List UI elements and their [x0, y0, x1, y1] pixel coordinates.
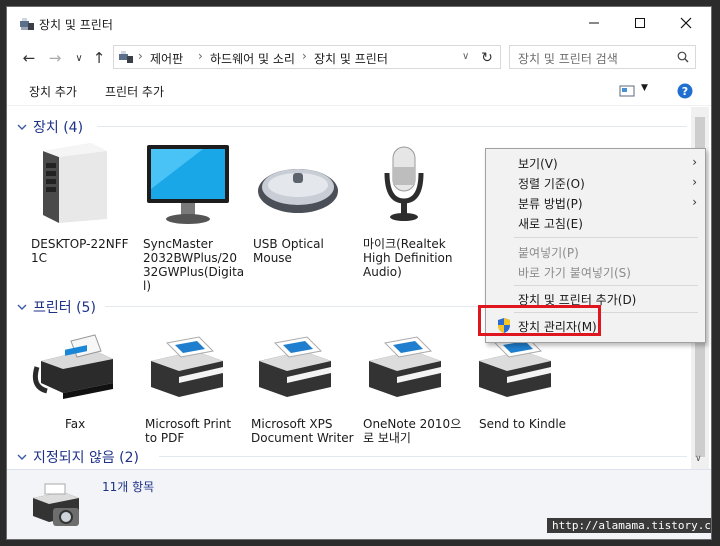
group-header-printers[interactable]: 프린터 (5) [17, 297, 96, 317]
minimize-icon [589, 22, 599, 24]
scroll-down-icon[interactable]: ∨ [695, 454, 702, 464]
printer-item-print-to-pdf[interactable]: Microsoft Print to PDF [143, 327, 239, 445]
chevron-right-icon: › [692, 155, 697, 169]
menu-item-paste-shortcut[interactable]: 바로 가기 붙여넣기(S) [486, 261, 705, 281]
breadcrumb-control-panel[interactable]: 제어판 [150, 50, 183, 67]
printer-label: Send to Kindle [479, 417, 567, 431]
desktop-pc-icon [43, 143, 107, 223]
printer-icon [369, 336, 441, 397]
arrow-left-icon: ← [22, 49, 36, 67]
menu-separator [514, 285, 698, 286]
devices-printers-app-icon [20, 18, 34, 30]
search-placeholder: 장치 및 프린터 검색 [518, 52, 618, 66]
menu-item-label: 바로 가기 붙여넣기(S) [518, 266, 631, 280]
chevron-down-icon [17, 124, 27, 130]
view-options-icon[interactable] [619, 85, 635, 97]
menu-item-label: 새로 고침(E) [518, 217, 583, 231]
group-divider [105, 306, 479, 307]
menu-item-refresh[interactable]: 새로 고침(E) [486, 212, 705, 232]
group-header-unspecified[interactable]: 지정되지 않음 (2) [17, 447, 139, 467]
chevron-down-icon [17, 454, 27, 460]
control-panel-icon [119, 51, 133, 63]
add-printer-button[interactable]: 프린터 추가 [105, 83, 164, 100]
refresh-icon: ↻ [481, 50, 493, 66]
printer-icon [151, 336, 223, 397]
arrow-up-icon: ↑ [92, 49, 106, 67]
devices-printers-folder-icon [33, 483, 79, 526]
menu-item-paste[interactable]: 붙여넣기(P) [486, 241, 705, 261]
printer-icon [259, 336, 331, 397]
breadcrumb-separator-icon: › [302, 49, 307, 63]
printer-label: Microsoft Print to PDF [145, 417, 232, 445]
chevron-down-icon: ∨ [75, 52, 83, 64]
devices-and-printers-window: 장치 및 프린터 ← → ∨ ↑ › 제어판 › 하드웨어 및 소리 › 장치 … [6, 6, 712, 540]
menu-item-label: 분류 방법(P) [518, 197, 583, 211]
refresh-button[interactable]: ↻ [477, 48, 497, 68]
menu-item-sort-by[interactable]: 정렬 기준(O) › [486, 172, 705, 192]
up-button[interactable]: ↑ [89, 48, 109, 68]
menu-item-label: 보기(V) [518, 157, 558, 171]
window-title: 장치 및 프린터 [39, 18, 113, 32]
address-dropdown-icon[interactable]: ∨ [462, 51, 469, 62]
close-button[interactable] [663, 7, 709, 39]
printer-item-xps-writer[interactable]: Microsoft XPS Document Writer [251, 327, 354, 445]
device-item-monitor[interactable]: SyncMaster 2032BWPlus/20 32GWPlus(Digita… [143, 139, 244, 293]
item-count: 11개 항목 [102, 480, 155, 494]
search-box[interactable]: 장치 및 프린터 검색 [509, 45, 696, 69]
forward-button[interactable]: → [45, 48, 65, 68]
details-pane: 11개 항목 http://alamama.tistory.com [7, 469, 711, 539]
address-box[interactable]: › 제어판 › 하드웨어 및 소리 › 장치 및 프린터 ∨ [113, 45, 501, 69]
view-dropdown-icon[interactable]: ▼ [641, 83, 648, 93]
add-device-button[interactable]: 장치 추가 [29, 83, 77, 100]
breadcrumb-separator-icon: › [138, 49, 143, 63]
device-manager-highlight-box [478, 305, 601, 336]
group-divider [97, 126, 687, 127]
microphone-icon [384, 146, 424, 221]
menu-item-label: 붙여넣기(P) [518, 246, 579, 260]
menu-separator [514, 237, 698, 238]
mouse-icon [258, 169, 338, 213]
maximize-button[interactable] [617, 7, 663, 39]
device-item-desktop[interactable]: DESKTOP-22NFF 1C [31, 139, 129, 265]
chevron-down-icon [17, 304, 27, 310]
printer-item-onenote[interactable]: OneNote 2010으 로 보내기 [361, 327, 461, 445]
fax-icon [32, 334, 113, 399]
back-button[interactable]: ← [19, 48, 39, 68]
svg-text:?: ? [682, 85, 688, 98]
menu-item-group-by[interactable]: 분류 방법(P) › [486, 192, 705, 212]
group-title-devices: 장치 (4) [33, 120, 84, 136]
address-bar: ← → ∨ ↑ › 제어판 › 하드웨어 및 소리 › 장치 및 프린터 ∨ ↻… [7, 41, 711, 73]
breadcrumb-devices-printers[interactable]: 장치 및 프린터 [314, 50, 388, 67]
menu-item-view[interactable]: 보기(V) › [486, 152, 705, 172]
help-icon[interactable]: ? [677, 83, 693, 99]
group-header-devices[interactable]: 장치 (4) [17, 117, 83, 137]
menu-item-label: 정렬 기준(O) [518, 177, 585, 191]
printer-label: Microsoft XPS Document Writer [251, 417, 354, 445]
device-label: DESKTOP-22NFF 1C [31, 237, 129, 265]
maximize-icon [635, 18, 645, 28]
group-title-printers: 프린터 (5) [33, 300, 96, 316]
breadcrumb-separator-icon: › [198, 49, 203, 63]
device-item-mouse[interactable]: USB Optical Mouse [253, 139, 349, 265]
device-label: SyncMaster 2032BWPlus/20 32GWPlus(Digita… [143, 237, 245, 293]
arrow-right-icon: → [48, 49, 62, 67]
device-item-microphone[interactable]: 마이크(Realtek High Definition Audio) [363, 139, 459, 279]
group-title-unspecified: 지정되지 않음 (2) [33, 450, 140, 466]
breadcrumb-hardware-sound[interactable]: 하드웨어 및 소리 [210, 50, 295, 67]
recent-locations-button[interactable]: ∨ [69, 48, 89, 68]
printer-item-fax[interactable]: Fax [31, 327, 127, 431]
device-label: 마이크(Realtek High Definition Audio) [363, 237, 453, 279]
close-icon [680, 17, 692, 29]
search-icon [677, 51, 689, 63]
monitor-icon [147, 145, 229, 224]
watermark-text: http://alamama.tistory.com [547, 518, 711, 533]
device-label: USB Optical Mouse [253, 237, 324, 265]
chevron-right-icon: › [692, 175, 697, 189]
printer-label: OneNote 2010으 로 보내기 [363, 417, 462, 445]
chevron-right-icon: › [692, 195, 697, 209]
title-bar[interactable]: 장치 및 프린터 [7, 7, 711, 39]
command-bar: 장치 추가 프린터 추가 ▼ ? [7, 75, 711, 106]
group-divider [159, 456, 687, 457]
minimize-button[interactable] [571, 7, 617, 39]
